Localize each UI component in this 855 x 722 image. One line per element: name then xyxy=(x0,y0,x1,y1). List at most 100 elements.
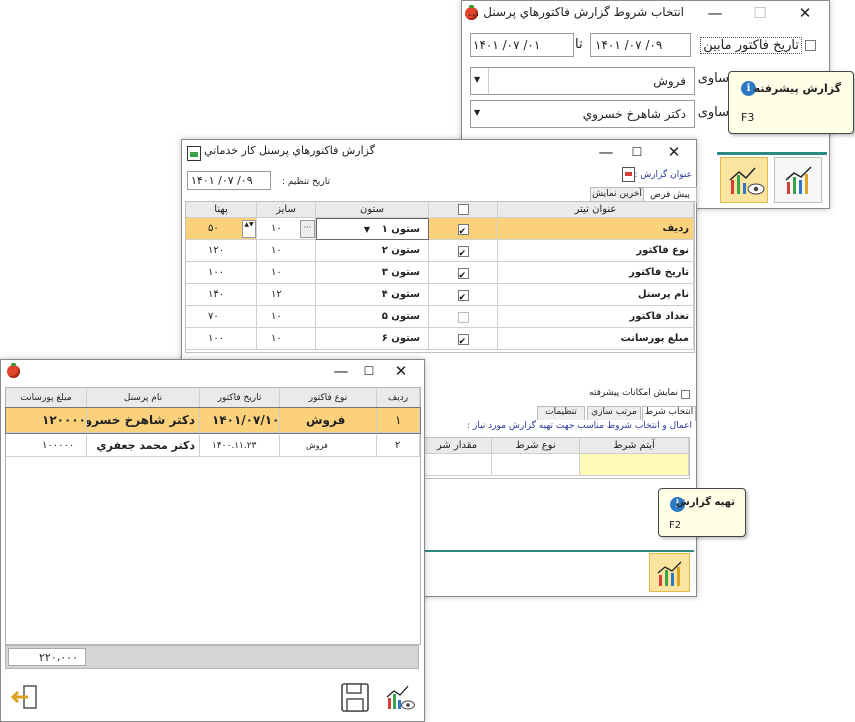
result-amount-cell: ۱۰۰۰۰۰ xyxy=(6,435,87,457)
table-row[interactable]: ۱۰۰۰۰۰ دكتر محمد جعفري ۱۴۰۰.۱۱.۲۳ فروش ۲ xyxy=(6,435,420,457)
maximize-button[interactable]: ☐ xyxy=(744,1,776,25)
result-type-cell: فروش xyxy=(280,408,377,433)
size-cell[interactable]: ۱۰ xyxy=(257,306,316,328)
size-cell[interactable]: ۱۲ xyxy=(257,284,316,306)
size-cell[interactable]: ۱۰ xyxy=(257,262,316,284)
size-cell[interactable]: ۱۰ xyxy=(257,240,316,262)
minimize-button[interactable]: — xyxy=(699,1,731,25)
width-spinner[interactable]: ▲▼ xyxy=(242,220,256,238)
advanced-features-checkbox[interactable] xyxy=(681,390,690,399)
close-button[interactable]: ✕ xyxy=(661,140,687,164)
ellipsis-button[interactable]: ··· xyxy=(300,220,315,238)
date-to-value: ۱۴۰۱ /۰۷ /۰۹ xyxy=(595,38,663,52)
designer-titlebar: گزارش فاكتورهاي پرسنل كار خدماتي — ☐ ✕ xyxy=(182,140,696,164)
date-filter-checkbox[interactable] xyxy=(805,40,816,51)
width-cell[interactable]: ۱۲۰ xyxy=(186,240,257,262)
visible-checkbox[interactable] xyxy=(457,331,469,349)
personnel-value: دكتر شاهرخ خسروي xyxy=(582,107,686,121)
check-cell[interactable] xyxy=(429,284,498,306)
invoice-type-select[interactable]: ▼ فروش xyxy=(470,67,695,95)
width-cell[interactable]: ۱۰۰ xyxy=(186,328,257,350)
cond-header-type: نوع شرط xyxy=(492,438,580,454)
button-bar-divider xyxy=(717,152,827,155)
visible-checkbox[interactable] xyxy=(457,243,469,261)
width-cell[interactable]: ۱۰۰ xyxy=(186,262,257,284)
visible-checkbox[interactable] xyxy=(457,311,469,323)
arrange-date-field[interactable]: ۱۴۰۱ /۰۷ /۰۹ xyxy=(187,171,271,190)
visible-checkbox[interactable] xyxy=(457,287,469,305)
column-cell[interactable]: ستون ۳ xyxy=(316,262,429,284)
chart-report-button[interactable] xyxy=(774,157,822,203)
visible-checkbox[interactable] xyxy=(457,265,469,283)
column-value: ستون ۳ xyxy=(381,267,420,278)
column-value: ستون ۴ xyxy=(381,289,420,300)
result-header-date-text: تاريخ فاكتور xyxy=(217,393,262,403)
conditions-title: انتخاب شروط گزارش فاكتورهاي پرسنل ... xyxy=(467,5,684,19)
close-button[interactable]: ✕ xyxy=(385,360,417,382)
check-cell[interactable] xyxy=(429,328,498,350)
column-cell[interactable]: ستون ۴ xyxy=(316,284,429,306)
size-cell[interactable]: ۱۰ ··· xyxy=(257,218,316,240)
column-cell[interactable]: ستون ۶ xyxy=(316,328,429,350)
prepare-report-button[interactable] xyxy=(649,553,690,592)
width-value: ۵۰ xyxy=(208,223,219,234)
size-value: ۱۰ xyxy=(271,267,282,278)
header-check[interactable] xyxy=(429,202,498,218)
chart-icon xyxy=(785,166,812,194)
width-cell[interactable]: ۷۰ xyxy=(186,306,257,328)
header-size-text: سايز xyxy=(276,204,296,215)
chart-eye-icon xyxy=(386,685,415,710)
date-from-field[interactable]: ۱۴۰۱ /۰۷ /۰۱ xyxy=(470,33,574,57)
date-to-field[interactable]: ۱۴۰۱ /۰۷ /۰۹ xyxy=(590,33,691,57)
report-icon xyxy=(187,146,201,161)
invoice-type-operator: ساوی xyxy=(697,71,729,86)
title-cell: تعداد فاكتور xyxy=(498,306,694,328)
column-value: ستون ۶ xyxy=(381,333,420,344)
advanced-view-button[interactable] xyxy=(381,680,417,715)
cond-cell-item[interactable] xyxy=(580,454,689,476)
check-cell[interactable] xyxy=(429,218,498,240)
conditions-grid: مقدار شر نوع شرط آيتم شرط xyxy=(422,437,690,479)
tab-sort[interactable]: مرتب سازي xyxy=(587,406,641,420)
save-button[interactable] xyxy=(337,680,373,715)
cond-cell-type[interactable] xyxy=(492,454,580,476)
tab-default-label: پيش فرض xyxy=(650,190,690,200)
width-cell[interactable]: ۵۰ ▲▼ xyxy=(186,218,257,240)
column-cell[interactable]: ستون ۵ xyxy=(316,306,429,328)
invoice-type-value: فروش xyxy=(653,74,686,88)
check-cell[interactable] xyxy=(429,306,498,328)
title-value: تاريخ فاكتور xyxy=(629,267,689,278)
cond-cell-value[interactable] xyxy=(423,454,492,476)
conditions-hint: اعمال و انتخاب شروط مناسب جهت تهيه گزارش… xyxy=(467,421,692,431)
chart-icon xyxy=(657,561,682,586)
maximize-button[interactable]: ☐ xyxy=(624,140,650,164)
result-type-value: فروش xyxy=(306,413,346,427)
select-all-checkbox[interactable] xyxy=(457,203,469,215)
maximize-button[interactable]: ☐ xyxy=(353,360,385,382)
width-cell[interactable]: ۱۴۰ xyxy=(186,284,257,306)
advanced-features-label: نمايش امكانات پيشرفته xyxy=(589,388,678,398)
column-cell[interactable]: ستون ۲ xyxy=(316,240,429,262)
result-header-amount-text: مبلغ پورسانت xyxy=(20,393,72,403)
visible-checkbox[interactable] xyxy=(457,221,469,239)
tab-last-view[interactable]: آخرين نمايش xyxy=(590,187,644,201)
title-value: نام پرسنل xyxy=(637,289,689,300)
result-header-type-text: نوع فاكتور xyxy=(308,393,348,403)
tab-settings[interactable]: تنظيمات xyxy=(537,406,585,420)
report-result-window: — ☐ ✕ مبلغ پورسانت نام پرسنل تاريخ فاكتو… xyxy=(0,359,425,722)
check-cell[interactable] xyxy=(429,262,498,284)
close-button[interactable]: ✕ xyxy=(789,1,821,25)
header-column-text: ستون xyxy=(360,204,384,215)
column-cell[interactable]: ستون ۱ ▼ xyxy=(316,218,429,240)
cond-header-item-text: آيتم شرط xyxy=(613,440,655,451)
chevron-down-icon[interactable]: ▼ xyxy=(364,219,370,239)
advanced-report-button[interactable] xyxy=(720,157,768,203)
check-cell[interactable] xyxy=(429,240,498,262)
exit-button[interactable] xyxy=(8,680,44,715)
cond-header-value: مقدار شر xyxy=(423,438,492,454)
minimize-button[interactable]: — xyxy=(593,140,619,164)
personnel-select[interactable]: ▼ دكتر شاهرخ خسروي xyxy=(470,100,695,128)
table-row[interactable]: ۱۲۰۰۰۰دكتر شاهرخ خسروي ۱۴۰۱/۰۷/۱۰ فروش ۱ xyxy=(5,407,421,434)
tab-select-condition[interactable]: انتخاب شرط xyxy=(642,406,696,421)
size-cell[interactable]: ۱۰ xyxy=(257,328,316,350)
